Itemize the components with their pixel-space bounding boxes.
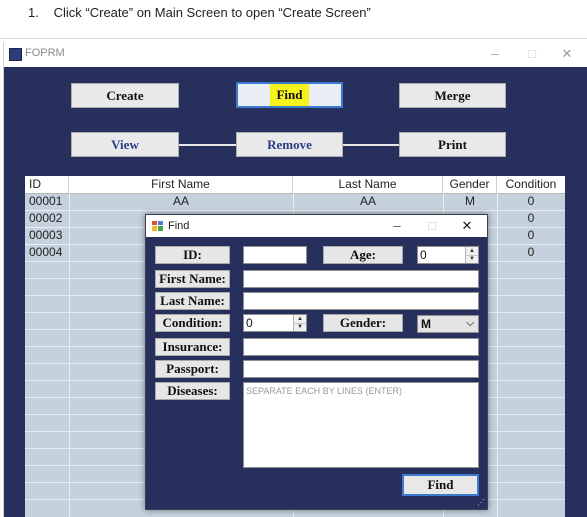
window-title: FOPRM [25, 47, 65, 59]
id-field[interactable] [243, 246, 307, 264]
close-button[interactable]: ✕ [556, 45, 578, 63]
print-button[interactable]: Print [399, 132, 506, 157]
column-header[interactable]: Gender [443, 176, 497, 193]
last-name-label: Last Name: [155, 292, 230, 310]
merge-button[interactable]: Merge [399, 83, 506, 108]
diseases-textarea[interactable]: SEPARATE EACH BY LINES (ENTER) [243, 382, 479, 468]
table-row[interactable]: 00001 AA AA M 0 [25, 193, 565, 211]
find-dialog: Find – □ ✕ ID: Age: 0 ▲ ▼ First Name: La… [145, 214, 488, 510]
cell-id: 00004 [29, 245, 63, 259]
spin-down-icon[interactable]: ▼ [466, 255, 478, 263]
instruction-number: 1. [28, 5, 39, 20]
find-submit-button[interactable]: Find [402, 474, 479, 496]
view-button[interactable]: View [71, 132, 179, 157]
cell-first-name: AA [172, 194, 189, 208]
condition-label: Condition: [155, 314, 230, 332]
id-label: ID: [155, 246, 230, 264]
column-header[interactable]: Last Name [293, 176, 443, 193]
cell-gender: M [465, 194, 475, 208]
maximize-button[interactable]: □ [419, 217, 445, 235]
last-name-field[interactable] [243, 292, 479, 310]
diseases-label: Diseases: [155, 382, 230, 400]
column-header[interactable]: First Name [69, 176, 293, 193]
find-dialog-title: Find [168, 220, 190, 232]
column-header[interactable]: Condition [497, 176, 565, 193]
cell-id: 00003 [29, 228, 63, 242]
age-value: 0 [420, 248, 427, 262]
instruction-body: Click “Create” on Main Screen to open “C… [53, 5, 371, 20]
create-button[interactable]: Create [71, 83, 179, 108]
cell-condition: 0 [527, 228, 535, 242]
chevron-down-icon: ⌵ [466, 318, 474, 329]
app-icon [9, 48, 22, 61]
gender-label: Gender: [323, 314, 403, 332]
condition-stepper[interactable]: 0 ▲ ▼ [243, 314, 307, 332]
main-titlebar: FOPRM – □ ✕ [4, 42, 587, 66]
cell-id: 00002 [29, 211, 63, 225]
spin-down-icon[interactable]: ▼ [294, 323, 306, 331]
app-icon [152, 221, 163, 231]
instruction-text: 1. Click “Create” on Main Screen to open… [28, 5, 371, 20]
minimize-button[interactable]: – [484, 45, 506, 63]
find-button-label: Find [270, 84, 309, 106]
cell-condition: 0 [527, 245, 535, 259]
gender-value: M [421, 317, 431, 331]
cell-condition: 0 [527, 194, 535, 208]
divider [0, 38, 587, 39]
condition-spinner[interactable]: ▲ ▼ [293, 315, 306, 331]
passport-label: Passport: [155, 360, 230, 378]
grid-header: ID First Name Last Name Gender Condition [25, 176, 565, 194]
insurance-field[interactable] [243, 338, 479, 356]
passport-field[interactable] [243, 360, 479, 378]
column-header[interactable]: ID [25, 176, 69, 193]
first-name-field[interactable] [243, 270, 479, 288]
cell-condition: 0 [527, 211, 535, 225]
cell-id: 00001 [29, 194, 63, 208]
cell-last-name: AA [359, 194, 376, 208]
age-spinner[interactable]: ▲ ▼ [465, 247, 478, 263]
find-button[interactable]: Find [236, 82, 343, 108]
gender-select[interactable]: M ⌵ [417, 315, 479, 333]
remove-button[interactable]: Remove [236, 132, 343, 157]
first-name-label: First Name: [155, 270, 230, 288]
age-label: Age: [323, 246, 403, 264]
resize-grip-icon[interactable]: ⋰ [477, 498, 485, 507]
close-button[interactable]: ✕ [454, 217, 480, 235]
condition-value: 0 [246, 316, 253, 330]
maximize-button[interactable]: □ [521, 45, 543, 63]
age-stepper[interactable]: 0 ▲ ▼ [417, 246, 479, 264]
insurance-label: Insurance: [155, 338, 230, 356]
minimize-button[interactable]: – [384, 217, 410, 235]
find-dialog-titlebar: Find – □ ✕ [146, 215, 487, 237]
